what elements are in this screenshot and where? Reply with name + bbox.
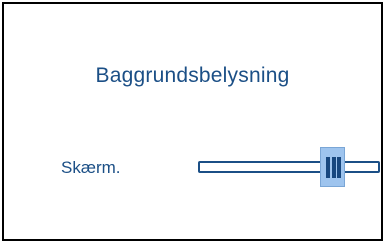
screen-label: Skærm. — [61, 158, 121, 177]
page-title: Baggrundsbelysning — [95, 64, 290, 87]
grip-line-icon — [337, 157, 341, 178]
slider-track[interactable] — [198, 161, 380, 173]
screen-brightness-slider[interactable] — [198, 147, 382, 187]
slider-thumb[interactable] — [320, 147, 345, 187]
backlight-panel: Baggrundsbelysning Skærm. — [2, 2, 383, 241]
grip-line-icon — [326, 157, 330, 178]
grip-line-icon — [331, 157, 336, 178]
